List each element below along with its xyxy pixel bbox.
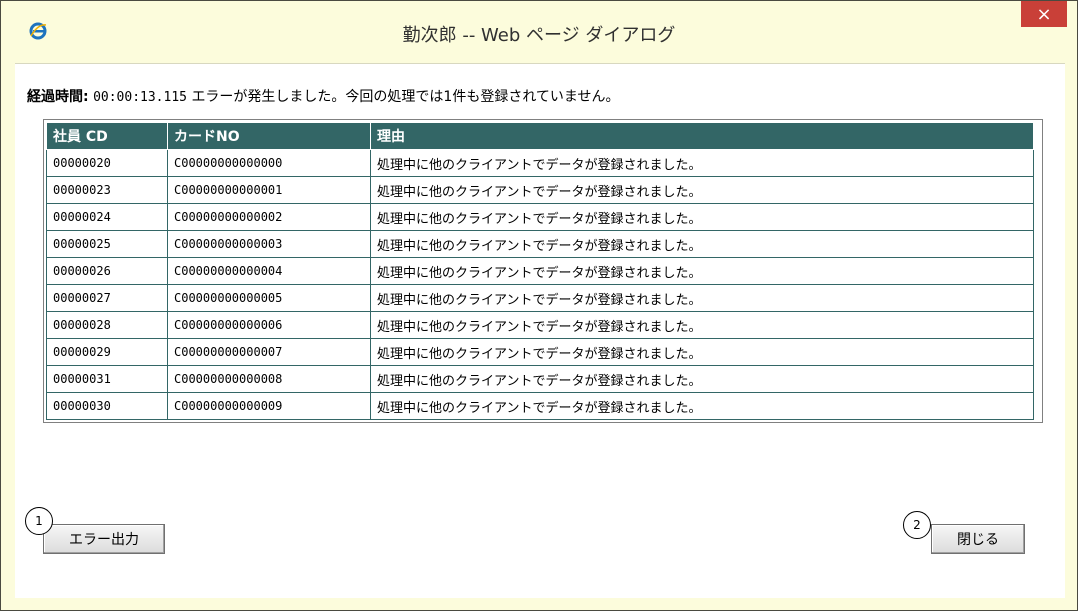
error-table-container: 社員 CD カードNO 理由 00000020 C00000000000000 …: [43, 119, 1043, 423]
employee-cd: 00000030: [46, 392, 168, 420]
employee-cd: 00000020: [46, 149, 168, 177]
frame-right: [1065, 63, 1077, 610]
card-no: C00000000000007: [167, 338, 371, 366]
card-no: C00000000000001: [167, 176, 371, 204]
employee-cd: 00000027: [46, 284, 168, 312]
employee-cd: 00000029: [46, 338, 168, 366]
error-output-button[interactable]: エラー出力: [43, 524, 165, 554]
elapsed-time: 00:00:13.115: [93, 90, 187, 105]
frame-bottom: [1, 598, 1077, 610]
table-row: 00000023 C00000000000001 処理中に他のクライアントでデー…: [46, 176, 1034, 204]
card-no: C00000000000009: [167, 392, 371, 420]
reason: 処理中に他のクライアントでデータが登録されました。: [370, 284, 1034, 312]
status-line: 経過時間: 00:00:13.115 エラーが発生しました。今回の処理では1件も…: [27, 86, 620, 106]
table-row: 00000025 C00000000000003 処理中に他のクライアントでデー…: [46, 230, 1034, 258]
reason: 処理中に他のクライアントでデータが登録されました。: [370, 311, 1034, 339]
error-message: エラーが発生しました。今回の処理では1件も登録されていません。: [191, 89, 620, 105]
reason: 処理中に他のクライアントでデータが登録されました。: [370, 392, 1034, 420]
employee-cd: 00000031: [46, 365, 168, 393]
reason: 処理中に他のクライアントでデータが登録されました。: [370, 365, 1034, 393]
card-no: C00000000000005: [167, 284, 371, 312]
card-no: C00000000000006: [167, 311, 371, 339]
callout-marker-1: 1: [25, 507, 53, 535]
callout-marker-2: 2: [903, 511, 931, 539]
close-button[interactable]: 閉じる: [931, 524, 1025, 554]
close-icon: ×: [1036, 3, 1052, 25]
header-employee-cd: 社員 CD: [46, 122, 168, 150]
table-row: 00000026 C00000000000004 処理中に他のクライアントでデー…: [46, 257, 1034, 285]
card-no: C00000000000000: [167, 149, 371, 177]
elapsed-label: 経過時間:: [27, 89, 89, 105]
table-row: 00000029 C00000000000007 処理中に他のクライアントでデー…: [46, 338, 1034, 366]
table-row: 00000024 C00000000000002 処理中に他のクライアントでデー…: [46, 203, 1034, 231]
table-row: 00000028 C00000000000006 処理中に他のクライアントでデー…: [46, 311, 1034, 339]
header-reason: 理由: [370, 122, 1034, 150]
table-row: 00000027 C00000000000005 処理中に他のクライアントでデー…: [46, 284, 1034, 312]
employee-cd: 00000023: [46, 176, 168, 204]
reason: 処理中に他のクライアントでデータが登録されました。: [370, 230, 1034, 258]
header-card-no: カードNO: [167, 122, 371, 150]
close-window-button[interactable]: ×: [1021, 1, 1067, 27]
card-no: C00000000000003: [167, 230, 371, 258]
reason: 処理中に他のクライアントでデータが登録されました。: [370, 149, 1034, 177]
title-bar: 勤次郎 -- Web ページ ダイアログ ×: [1, 1, 1077, 64]
table-row: 00000031 C00000000000008 処理中に他のクライアントでデー…: [46, 365, 1034, 393]
employee-cd: 00000024: [46, 203, 168, 231]
employee-cd: 00000026: [46, 257, 168, 285]
reason: 処理中に他のクライアントでデータが登録されました。: [370, 257, 1034, 285]
reason: 処理中に他のクライアントでデータが登録されました。: [370, 338, 1034, 366]
table-header-row: 社員 CD カードNO 理由: [46, 122, 1034, 150]
dialog-window: 勤次郎 -- Web ページ ダイアログ × 経過時間: 00:00:13.11…: [0, 0, 1078, 611]
employee-cd: 00000025: [46, 230, 168, 258]
table-row: 00000020 C00000000000000 処理中に他のクライアントでデー…: [46, 149, 1034, 177]
frame-left: [1, 63, 15, 610]
card-no: C00000000000004: [167, 257, 371, 285]
reason: 処理中に他のクライアントでデータが登録されました。: [370, 176, 1034, 204]
reason: 処理中に他のクライアントでデータが登録されました。: [370, 203, 1034, 231]
card-no: C00000000000008: [167, 365, 371, 393]
window-title: 勤次郎 -- Web ページ ダイアログ: [402, 25, 676, 46]
dialog-content: 経過時間: 00:00:13.115 エラーが発生しました。今回の処理では1件も…: [15, 64, 1065, 598]
error-table: 社員 CD カードNO 理由 00000020 C00000000000000 …: [46, 122, 1034, 420]
employee-cd: 00000028: [46, 311, 168, 339]
card-no: C00000000000002: [167, 203, 371, 231]
table-row: 00000030 C00000000000009 処理中に他のクライアントでデー…: [46, 392, 1034, 420]
